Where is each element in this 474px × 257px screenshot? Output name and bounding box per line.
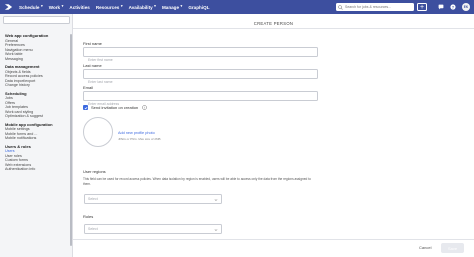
sidebar-item-change-history[interactable]: Change history — [5, 83, 65, 88]
sidebar-item-optimization-suggest[interactable]: Optimization & suggest — [5, 114, 65, 119]
chevron-down-icon — [214, 229, 218, 231]
chat-icon[interactable] — [437, 3, 445, 11]
nav-item-manage[interactable]: Manage ▾ — [159, 0, 185, 14]
sidebar-group: Mobile app configuration Mobile settings M… — [5, 122, 65, 141]
first-name-input[interactable] — [84, 56, 317, 64]
sidebar-item-messaging[interactable]: Messaging — [5, 57, 65, 62]
nav-item-schedule[interactable]: Schedule ▾ — [16, 0, 46, 14]
roles-label: Roles — [83, 214, 94, 219]
app-logo-icon[interactable] — [0, 0, 16, 14]
top-navigation-bar: Schedule ▾ Work ▾ Activities Resources ▾ Availa… — [0, 0, 474, 14]
sidebar-group: Scheduling Jobs Offers Job templates Work ca… — [5, 91, 65, 119]
chevron-down-icon: ▾ — [154, 4, 156, 9]
last-name-field[interactable] — [83, 69, 318, 86]
user-regions-placeholder: Select — [88, 197, 98, 201]
sidebar-search-input[interactable] — [4, 26, 69, 32]
settings-sidebar: Web app configuration General Preferences N… — [0, 14, 73, 257]
nav-item-label: Availability — [128, 4, 153, 10]
last-name-label: Last name — [83, 63, 102, 68]
nav-item-label: Resources — [95, 4, 120, 10]
send-invitation-checkbox[interactable] — [83, 105, 88, 110]
photo-hint: JPEG or PNG. Max size of 2MB — [118, 137, 161, 141]
nav-item-label: Activities — [69, 4, 90, 10]
email-field[interactable] — [83, 91, 318, 108]
first-name-label: First name — [83, 41, 102, 46]
user-regions-select[interactable]: Select — [84, 194, 222, 204]
send-invitation-label: Send invitation on creation — [91, 105, 139, 110]
email-label: Email — [83, 85, 94, 90]
create-person-form: CREATE PERSON First name Last name Email… — [73, 14, 474, 257]
roles-select[interactable]: Select — [84, 224, 222, 234]
create-new-button[interactable]: + — [417, 3, 427, 11]
roles-placeholder: Select — [88, 227, 98, 231]
main-nav: Schedule ▾ Work ▾ Activities Resources ▾ Availa… — [16, 0, 213, 14]
sidebar-search-field[interactable] — [3, 16, 70, 32]
sidebar-group: Data management Objects & fields Record ac… — [5, 64, 65, 88]
title-divider — [73, 28, 474, 29]
global-search-input[interactable] — [345, 5, 411, 9]
sidebar-group: Users & roles Users User roles Custom forms… — [5, 144, 65, 172]
add-profile-photo-link[interactable]: Add new profile photo — [118, 131, 155, 135]
chevron-down-icon: ▾ — [120, 4, 123, 9]
save-button[interactable]: Save — [441, 243, 464, 253]
nav-item-work[interactable]: Work ▾ — [46, 0, 67, 14]
first-name-field[interactable] — [83, 47, 318, 64]
nav-item-label: Schedule — [19, 4, 40, 10]
nav-item-label: Manage — [161, 4, 180, 10]
nav-item-activities[interactable]: Activities — [66, 0, 92, 14]
nav-item-availability[interactable]: Availability ▾ — [126, 0, 159, 14]
user-regions-description: This field can be used for record access… — [83, 177, 311, 186]
profile-photo-placeholder[interactable] — [83, 117, 113, 147]
nav-item-graphiql[interactable]: GraphiQL — [185, 0, 212, 14]
cancel-button[interactable]: Cancel — [419, 245, 431, 250]
help-icon[interactable]: ? — [449, 3, 457, 11]
checkmark-icon — [84, 106, 87, 109]
nav-item-label: GraphiQL — [188, 4, 210, 10]
sidebar-item-mobile-notifications[interactable]: Mobile notifications — [5, 136, 65, 141]
sidebar-scrollbar[interactable] — [69, 34, 72, 246]
nav-item-label: Work — [48, 4, 61, 10]
global-search[interactable] — [336, 3, 414, 11]
user-regions-label: User regions — [83, 169, 106, 174]
search-icon — [338, 4, 343, 10]
sidebar-menu: Web app configuration General Preferences N… — [5, 33, 65, 175]
svg-text:i: i — [144, 106, 145, 110]
info-icon[interactable]: i — [142, 105, 147, 110]
user-avatar[interactable]: EK — [462, 3, 470, 11]
form-footer: Cancel Save — [73, 239, 474, 257]
nav-item-resources[interactable]: Resources ▾ — [93, 0, 126, 14]
page-title: CREATE PERSON — [253, 21, 294, 26]
chevron-down-icon: ▾ — [40, 4, 43, 9]
chevron-down-icon: ▾ — [180, 4, 183, 9]
sidebar-group: Web app configuration General Preferences N… — [5, 33, 65, 61]
last-name-input[interactable] — [84, 78, 317, 86]
sidebar-item-authentication-info[interactable]: Authentication info — [5, 167, 65, 172]
chevron-down-icon: ▾ — [61, 4, 64, 9]
chevron-down-icon — [214, 199, 218, 201]
